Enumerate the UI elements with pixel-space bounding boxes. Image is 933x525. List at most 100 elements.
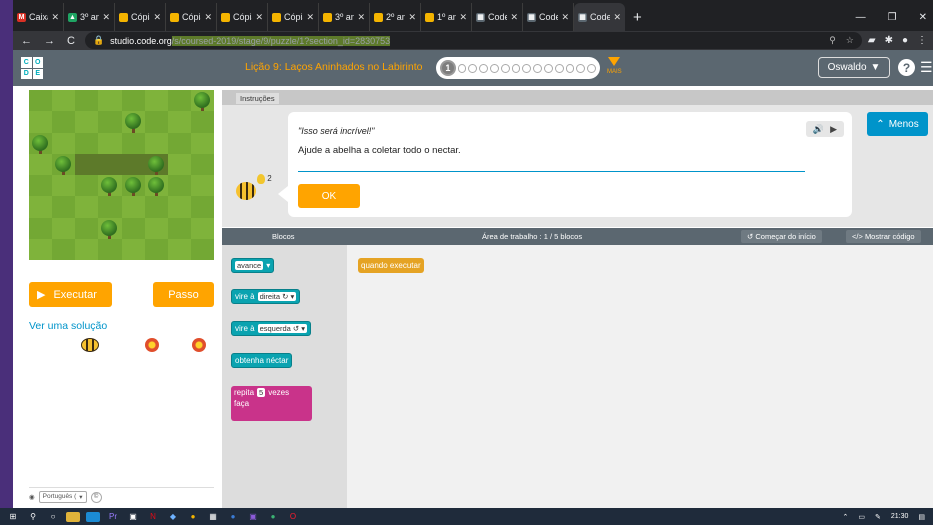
close-icon[interactable]: ✕ xyxy=(102,12,110,23)
run-button[interactable]: ▶ Executar xyxy=(29,282,112,307)
instructions-tab[interactable]: Instruções xyxy=(236,93,279,104)
netflix-icon[interactable]: N xyxy=(146,512,160,522)
progress-dot[interactable] xyxy=(468,63,478,73)
play-icon[interactable]: ▶ xyxy=(830,124,837,135)
progress-dot[interactable] xyxy=(500,63,510,73)
browser-tab[interactable]: 3º an ✕ xyxy=(319,3,370,31)
copyright-button[interactable]: © xyxy=(90,491,102,503)
direction-dropdown[interactable]: esquerda ↺ ▾ xyxy=(257,324,308,333)
browser-tab[interactable]: Cópia✕ xyxy=(268,3,319,31)
premiere-icon[interactable]: Pr xyxy=(106,512,120,522)
back-icon[interactable]: ← xyxy=(21,35,32,47)
progress-dot[interactable] xyxy=(554,63,564,73)
repeat-block[interactable]: repita 5 vezes faça xyxy=(231,386,312,421)
turn-right-block[interactable]: vire à direita ↻ ▾ xyxy=(231,289,301,304)
progress-dot[interactable] xyxy=(490,63,499,73)
hint-counter[interactable]: 2 xyxy=(257,174,272,184)
close-icon[interactable]: ✕ xyxy=(153,12,161,23)
progress-dot[interactable] xyxy=(587,63,597,73)
audio-controls[interactable]: 🔊 ▶ xyxy=(806,121,844,137)
close-icon[interactable]: ✕ xyxy=(408,12,416,23)
speaker-icon[interactable]: 🔊 xyxy=(813,124,824,135)
close-window-icon[interactable]: ✕ xyxy=(919,12,927,23)
ok-button[interactable]: OK xyxy=(298,184,360,208)
extension-icon[interactable]: ▰ xyxy=(868,35,876,46)
edge-icon[interactable] xyxy=(86,511,100,522)
progress-dot[interactable] xyxy=(522,63,532,73)
new-tab-button[interactable]: + xyxy=(625,3,650,31)
puzzle-extensions-icon[interactable]: ✱ xyxy=(885,35,893,46)
help-icon[interactable]: ? xyxy=(898,59,915,76)
show-code-button[interactable]: </> Mostrar código xyxy=(846,230,921,243)
progress-dot[interactable] xyxy=(565,63,575,73)
close-icon[interactable]: ✕ xyxy=(459,12,467,23)
profile-avatar-icon[interactable]: ● xyxy=(902,35,908,46)
close-icon[interactable]: ✕ xyxy=(204,12,212,23)
restart-button[interactable]: ↺ Começar do início xyxy=(741,230,822,243)
direction-dropdown[interactable]: direita ↻ ▾ xyxy=(257,292,297,301)
browser-tab[interactable]: ▲ 3º an ✕ xyxy=(64,3,115,31)
browser-tab[interactable]: ▦ Code ✕ xyxy=(574,3,625,31)
minimize-icon[interactable]: — xyxy=(856,12,866,23)
search-icon[interactable]: ⚲ xyxy=(26,512,40,522)
pen-icon[interactable]: ✎ xyxy=(875,513,881,521)
close-icon[interactable]: ✕ xyxy=(51,12,59,23)
app-icon[interactable]: ● xyxy=(226,512,240,522)
app-icon[interactable]: ● xyxy=(266,512,280,522)
progress-dot[interactable] xyxy=(511,63,521,73)
browser-tab[interactable]: 2º an ✕ xyxy=(370,3,421,31)
progress-dot[interactable] xyxy=(576,63,586,73)
close-icon[interactable]: ✕ xyxy=(306,12,314,23)
progress-dot[interactable] xyxy=(533,63,543,73)
when-run-block[interactable]: quando executar xyxy=(358,258,424,273)
close-icon[interactable]: ✕ xyxy=(357,12,365,23)
close-icon[interactable]: ✕ xyxy=(510,12,518,23)
close-icon[interactable]: ✕ xyxy=(255,12,263,23)
browser-tab[interactable]: ▦ Code ✕ xyxy=(472,3,523,31)
chrome-menu-icon[interactable]: ⋮ xyxy=(917,35,927,46)
app-icon[interactable]: ◆ xyxy=(166,512,180,522)
battery-icon[interactable]: ▭ xyxy=(858,513,865,521)
url-field[interactable]: 🔒 studio.code.org/s/coursed-2019/stage/9… xyxy=(84,32,862,49)
browser-tab[interactable]: Cópia✕ xyxy=(115,3,166,31)
more-puzzles-toggle[interactable]: MAIS xyxy=(607,55,622,75)
restore-icon[interactable]: ❐ xyxy=(888,12,897,23)
less-button[interactable]: ⌃ Menos xyxy=(867,112,928,136)
browser-tab[interactable]: MCaixa✕ xyxy=(13,3,64,31)
progress-dot[interactable] xyxy=(457,63,467,73)
progress-dot[interactable] xyxy=(479,63,489,73)
file-explorer-icon[interactable] xyxy=(66,511,80,522)
opera-icon[interactable]: O xyxy=(286,512,300,522)
browser-tab[interactable]: Cópia✕ xyxy=(217,3,268,31)
close-icon[interactable]: ✕ xyxy=(561,12,569,23)
move-dropdown[interactable]: avance xyxy=(235,261,264,270)
turn-left-block[interactable]: vire à esquerda ↺ ▾ xyxy=(231,321,312,336)
language-select[interactable]: Português (▾ xyxy=(38,491,87,503)
progress-current-puzzle[interactable]: 1 xyxy=(440,60,456,76)
forward-icon[interactable]: → xyxy=(44,35,55,47)
zoom-icon[interactable]: ⚲ xyxy=(829,35,836,46)
move-forward-block[interactable]: avance ▾ xyxy=(231,258,275,273)
reload-icon[interactable]: C xyxy=(67,35,75,47)
chrome-icon[interactable]: ● xyxy=(186,512,200,522)
app-icon[interactable]: ▣ xyxy=(246,512,260,522)
hamburger-menu-icon[interactable]: ☰ xyxy=(920,59,933,76)
code-logo[interactable]: C O D E xyxy=(21,57,43,79)
clock[interactable]: 21:30 xyxy=(891,513,909,520)
close-icon[interactable]: ✕ xyxy=(613,12,621,23)
view-solution-link[interactable]: Ver uma solução xyxy=(29,320,107,332)
repeat-count-field[interactable]: 5 xyxy=(257,388,266,397)
browser-tab[interactable]: ▦ Code ✕ xyxy=(523,3,574,31)
cortana-icon[interactable]: ○ xyxy=(46,512,60,522)
code-workspace[interactable]: quando executar xyxy=(347,245,933,508)
progress-dot[interactable] xyxy=(544,63,553,73)
browser-tab[interactable]: Cópia✕ xyxy=(166,3,217,31)
windows-start-icon[interactable]: ⊞ xyxy=(6,512,20,522)
calculator-icon[interactable]: ▦ xyxy=(206,512,220,522)
notifications-icon[interactable]: ▤ xyxy=(918,513,925,521)
store-icon[interactable]: ▣ xyxy=(126,512,140,522)
chevron-up-icon[interactable]: ⌃ xyxy=(842,513,848,521)
bookmark-star-icon[interactable]: ☆ xyxy=(846,35,854,46)
get-nectar-block[interactable]: obtenha néctar xyxy=(231,353,293,368)
browser-tab[interactable]: 1º an ✕ xyxy=(421,3,472,31)
